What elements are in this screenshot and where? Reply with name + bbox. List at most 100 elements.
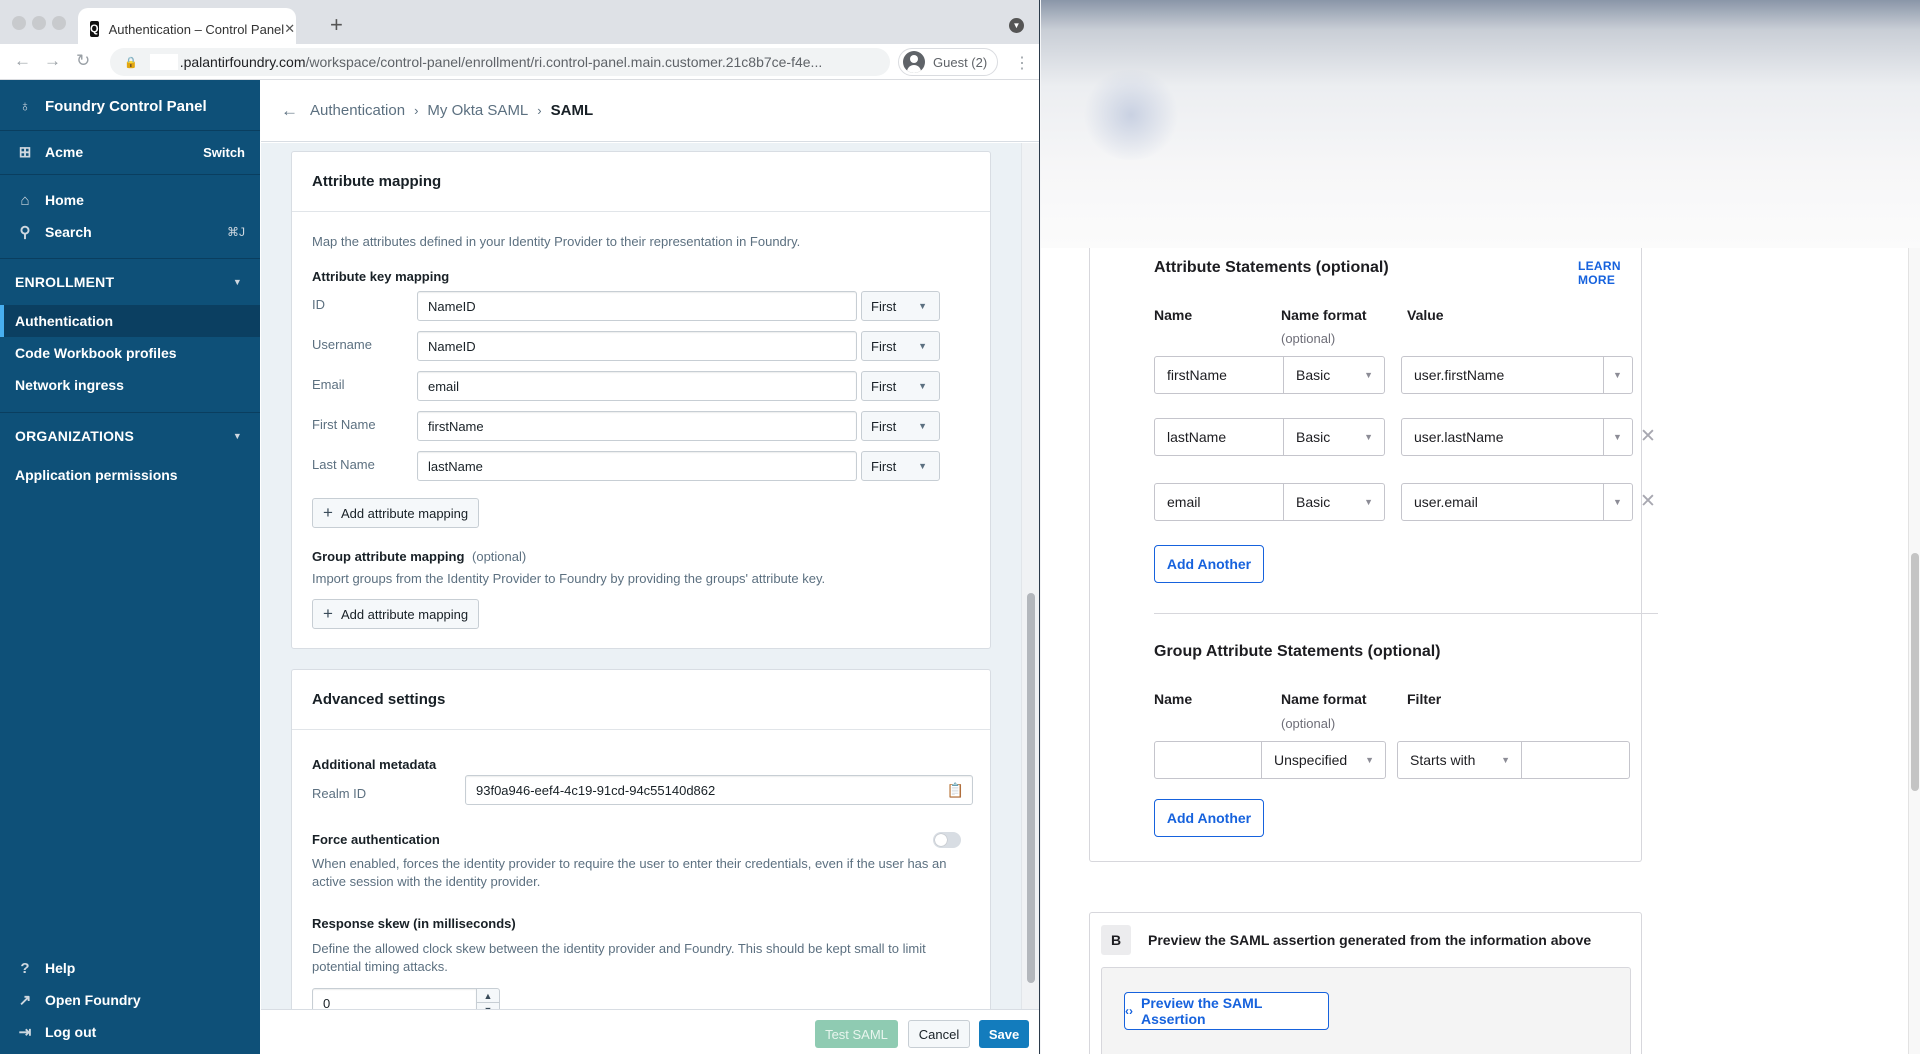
select-value: Basic <box>1296 367 1331 383</box>
content-scrollbar[interactable] <box>1021 143 1039 1009</box>
column-optional: (optional) <box>1281 716 1336 731</box>
last-name-attribute-input[interactable]: lastName <box>417 451 857 481</box>
scrollbar-thumb[interactable] <box>1911 553 1919 791</box>
url-input[interactable]: 🔒 .palantirfoundry.com /workspace/contro… <box>110 48 890 76</box>
add-attribute-mapping-button[interactable]: + Add attribute mapping <box>312 498 480 528</box>
button-label: Preview the SAML Assertion <box>1141 995 1263 1027</box>
window-close-dot[interactable] <box>12 16 26 30</box>
window-maximize-dot[interactable] <box>52 16 66 30</box>
okta-window: Attribute Statements (optional) LEARN MO… <box>1041 0 1920 1054</box>
select-value: Basic <box>1296 429 1331 445</box>
url-path: /workspace/control-panel/enrollment/ri.c… <box>305 54 823 70</box>
statement-name-input[interactable]: firstName <box>1154 356 1284 394</box>
new-tab-button[interactable]: + <box>330 12 343 38</box>
sidebar-item-log-out[interactable]: ⇥ Log out <box>0 1016 260 1048</box>
plus-icon: + <box>323 604 333 623</box>
group-name-input[interactable] <box>1154 741 1262 779</box>
statement-format-select[interactable]: Basic ▼ <box>1283 483 1385 521</box>
sidebar-item-code-workbook-profiles[interactable]: Code Workbook profiles <box>0 337 260 369</box>
lock-icon: 🔒 <box>124 56 138 69</box>
sidebar-item-application-permissions[interactable]: Application permissions <box>0 459 260 491</box>
window-minimize-dot[interactable] <box>32 16 46 30</box>
tab-search-icon[interactable]: ▼ <box>1009 18 1024 33</box>
force-auth-toggle[interactable] <box>933 832 961 848</box>
sidebar-item-search[interactable]: ⚲ Search ⌘J <box>0 216 260 248</box>
test-saml-button[interactable]: Test SAML <box>815 1020 898 1048</box>
statement-format-select[interactable]: Basic ▼ <box>1283 356 1385 394</box>
sidebar-item-home[interactable]: ⌂ Home <box>0 184 260 216</box>
section-organizations[interactable]: ORGANIZATIONS ▼ <box>0 417 260 455</box>
address-bar: ← → ↻ 🔒 .palantirfoundry.com /workspace/… <box>0 44 1039 80</box>
switch-org-link[interactable]: Switch <box>203 145 245 160</box>
okta-scrollbar[interactable] <box>1908 248 1920 1054</box>
group-filter-value-input[interactable] <box>1521 741 1630 779</box>
sidebar-item-label: Search <box>45 224 92 240</box>
profile-button[interactable]: Guest (2) <box>898 48 998 76</box>
sidebar-item-open-foundry[interactable]: ↗ Open Foundry <box>0 984 260 1016</box>
statement-value-dropdown[interactable]: ▼ <box>1603 356 1633 394</box>
sidebar-item-authentication[interactable]: Authentication <box>0 305 260 337</box>
statement-value-input[interactable]: user.email <box>1401 483 1604 521</box>
sidebar-item-help[interactable]: ? Help <box>0 952 260 984</box>
breadcrumb-my-okta-saml[interactable]: My Okta SAML <box>427 102 528 119</box>
statement-format-select[interactable]: Basic ▼ <box>1283 418 1385 456</box>
preview-saml-assertion-button[interactable]: ‹› Preview the SAML Assertion <box>1124 992 1329 1030</box>
clipboard-icon[interactable]: 📋 <box>947 782 964 799</box>
statement-value-input[interactable]: user.lastName <box>1401 418 1604 456</box>
statement-value-dropdown[interactable]: ▼ <box>1603 483 1633 521</box>
add-group-attribute-mapping-button[interactable]: + Add attribute mapping <box>312 599 480 629</box>
statement-value-dropdown[interactable]: ▼ <box>1603 418 1633 456</box>
back-arrow-icon[interactable]: ← <box>281 101 298 121</box>
email-attribute-input[interactable]: email <box>417 371 857 401</box>
form-footer: Test SAML Cancel Save <box>261 1009 1039 1054</box>
reload-icon[interactable]: ↻ <box>76 51 90 71</box>
select-value: Starts with <box>1410 752 1476 768</box>
select-value: First <box>871 378 897 394</box>
first-name-mode-select[interactable]: First ▼ <box>861 411 940 441</box>
first-name-attribute-input[interactable]: firstName <box>417 411 857 441</box>
attribute-mapping-card: Attribute mapping Map the attributes def… <box>291 151 991 649</box>
column-name: Name <box>1154 307 1193 323</box>
preview-title: Preview the SAML assertion generated fro… <box>1148 932 1592 948</box>
statement-name-input[interactable]: lastName <box>1154 418 1284 456</box>
url-redaction <box>149 54 178 70</box>
cancel-button[interactable]: Cancel <box>908 1020 970 1048</box>
browser-menu-icon[interactable]: ⋮ <box>1014 53 1030 73</box>
tab-close-icon[interactable]: ✕ <box>284 21 295 37</box>
id-mode-select[interactable]: First ▼ <box>861 291 940 321</box>
increment-icon[interactable]: ▲ <box>477 989 499 1003</box>
back-arrow-icon[interactable]: ← <box>14 51 31 71</box>
last-name-mode-select[interactable]: First ▼ <box>861 451 940 481</box>
username-attribute-input[interactable]: NameID <box>417 331 857 361</box>
org-switcher: ⊞ Acme Switch <box>0 131 260 173</box>
group-filter-type-select[interactable]: Starts with ▼ <box>1397 741 1522 779</box>
scrollbar-thumb[interactable] <box>1027 593 1035 983</box>
remove-statement-icon[interactable]: ✕ <box>1640 425 1656 448</box>
caret-down-icon: ▼ <box>1364 370 1373 380</box>
id-attribute-input[interactable]: NameID <box>417 291 857 321</box>
caret-down-icon: ▼ <box>1613 497 1622 507</box>
realm-id-label: Realm ID <box>312 786 367 801</box>
username-mode-select[interactable]: First ▼ <box>861 331 940 361</box>
divider <box>0 412 260 413</box>
email-mode-select[interactable]: First ▼ <box>861 371 940 401</box>
forward-arrow-icon[interactable]: → <box>44 51 61 71</box>
preview-area: ‹› Preview the SAML Assertion <box>1101 967 1631 1054</box>
save-button[interactable]: Save <box>979 1020 1029 1048</box>
advanced-settings-card: Advanced settings Additional metadata Re… <box>291 669 991 1009</box>
remove-statement-icon[interactable]: ✕ <box>1640 490 1656 513</box>
column-name-format: Name format <box>1281 691 1367 707</box>
statement-value-input[interactable]: user.firstName <box>1401 356 1604 394</box>
statement-name-input[interactable]: email <box>1154 483 1284 521</box>
add-another-statement-button[interactable]: Add Another <box>1154 545 1264 583</box>
app-title[interactable]: ♁ Foundry Control Panel <box>0 80 260 132</box>
toggle-knob <box>935 834 947 846</box>
breadcrumb-authentication[interactable]: Authentication <box>310 102 405 119</box>
attribute-statements-title: Attribute Statements (optional) <box>1154 259 1389 276</box>
response-skew-input[interactable]: 0 <box>312 988 477 1009</box>
group-format-select[interactable]: Unspecified ▼ <box>1261 741 1386 779</box>
learn-more-link[interactable]: LEARN MORE <box>1578 259 1641 287</box>
add-another-group-button[interactable]: Add Another <box>1154 799 1264 837</box>
sidebar-item-network-ingress[interactable]: Network ingress <box>0 369 260 401</box>
section-enrollment[interactable]: ENROLLMENT ▼ <box>0 263 260 301</box>
